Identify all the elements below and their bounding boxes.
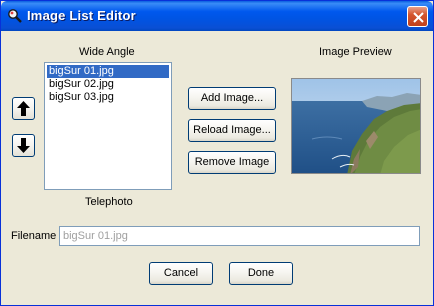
window-title: Image List Editor	[27, 8, 136, 23]
close-icon	[413, 12, 424, 23]
filename-label: Filename	[11, 230, 57, 242]
image-preview	[291, 78, 421, 174]
cancel-button[interactable]: Cancel	[149, 262, 213, 285]
filename-field[interactable]: bigSur 01.jpg	[59, 226, 420, 246]
arrow-down-icon	[17, 138, 30, 153]
done-button[interactable]: Done	[229, 262, 293, 285]
wide-angle-label: Wide Angle	[79, 46, 135, 58]
coastline-photo	[292, 79, 420, 173]
remove-image-button[interactable]: Remove Image	[188, 151, 276, 174]
magnifier-icon	[7, 8, 23, 24]
reload-image-button[interactable]: Reload Image...	[188, 119, 276, 142]
telephoto-label: Telephoto	[85, 196, 133, 208]
list-item[interactable]: bigSur 01.jpg	[47, 65, 169, 78]
image-list-editor-window: Image List Editor Wide Angle Image Previ…	[0, 0, 434, 306]
image-listbox[interactable]: bigSur 01.jpg bigSur 02.jpg bigSur 03.jp…	[44, 62, 172, 190]
list-item[interactable]: bigSur 02.jpg	[47, 78, 169, 91]
image-preview-label: Image Preview	[319, 46, 392, 58]
close-button[interactable]	[407, 6, 428, 27]
move-up-button[interactable]	[12, 97, 35, 120]
title-bar[interactable]: Image List Editor	[1, 1, 433, 31]
add-image-button[interactable]: Add Image...	[188, 87, 276, 110]
move-down-button[interactable]	[12, 134, 35, 157]
list-item[interactable]: bigSur 03.jpg	[47, 91, 169, 104]
arrow-up-icon	[17, 101, 30, 116]
